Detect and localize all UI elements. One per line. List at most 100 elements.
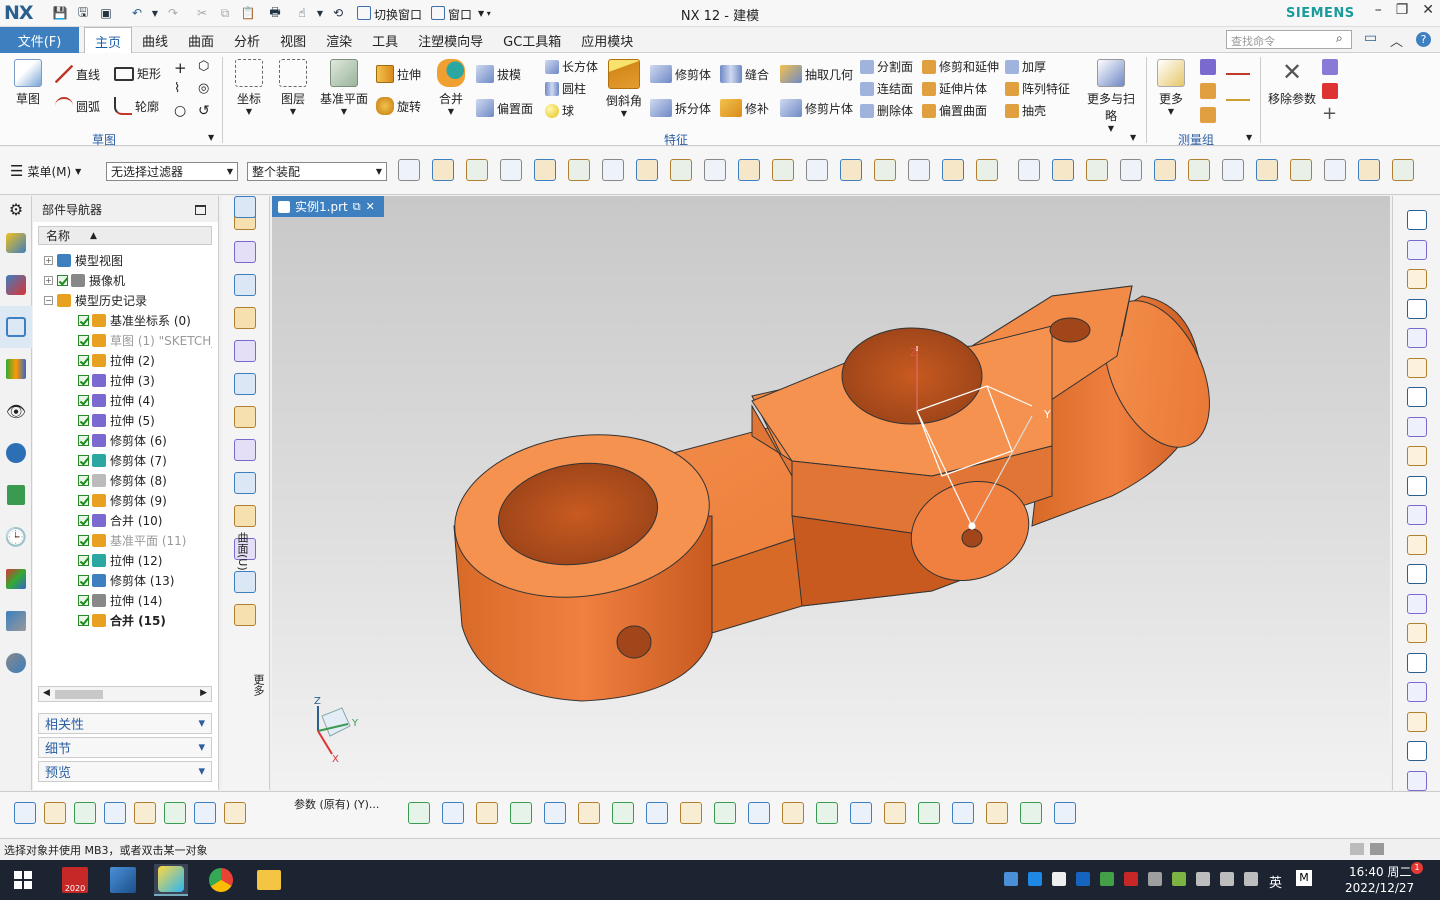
- undo-dropdown-icon[interactable]: ▼: [150, 3, 160, 23]
- paste-icon[interactable]: 📋: [238, 3, 258, 23]
- settings-icon[interactable]: ⚙: [0, 196, 32, 222]
- bottom-tool-icon[interactable]: [442, 802, 464, 824]
- polygon-icon[interactable]: ⬡: [198, 59, 209, 74]
- toolbar-tool-icon[interactable]: [500, 159, 522, 181]
- tray-icon[interactable]: [1148, 872, 1162, 886]
- file-menu[interactable]: 文件(F): [0, 27, 79, 53]
- feature-row[interactable]: 拉伸 (5): [38, 410, 212, 430]
- tab-mold-wizard[interactable]: 注塑模向导: [408, 27, 493, 53]
- part-navigator-icon[interactable]: [0, 306, 32, 348]
- tree-node[interactable]: + 模型视图: [38, 250, 212, 270]
- menu-button[interactable]: ☰ 菜单(M) ▼: [10, 162, 81, 180]
- toolbar-tool-icon[interactable]: [772, 159, 794, 181]
- curve-command-icon[interactable]: [1407, 652, 1427, 673]
- toolbar-tool-icon[interactable]: [636, 159, 658, 181]
- minimize-button[interactable]: –: [1375, 2, 1382, 18]
- curve-command-icon[interactable]: [1407, 239, 1427, 260]
- toolbar-tool-icon[interactable]: [466, 159, 488, 181]
- undo-icon[interactable]: ↶: [127, 3, 147, 23]
- curve-command-icon[interactable]: [1407, 269, 1427, 289]
- curve-command-icon[interactable]: [1407, 564, 1427, 584]
- surface-command-icon[interactable]: [234, 571, 256, 593]
- tray-icon[interactable]: [1196, 872, 1210, 886]
- visibility-checkbox[interactable]: [78, 434, 89, 446]
- offset-surface-button[interactable]: 偏置曲面: [922, 102, 987, 119]
- bottom-tool-icon[interactable]: [850, 802, 872, 824]
- feature-row[interactable]: 基准平面 (11): [38, 530, 212, 550]
- part-file-tab[interactable]: 实例1.prt ⧉ ✕: [272, 196, 384, 217]
- feature-row[interactable]: 修剪体 (6): [38, 430, 212, 450]
- tab-view[interactable]: 视图: [270, 27, 316, 53]
- tray-icon[interactable]: [1028, 872, 1042, 886]
- measure-angle-icon[interactable]: [1200, 83, 1216, 99]
- curve-command-icon[interactable]: [1407, 328, 1427, 348]
- windows-start-icon[interactable]: [6, 864, 40, 896]
- ribbon-minimize-icon[interactable]: ▭: [1364, 30, 1377, 46]
- toolbar-tool-icon[interactable]: [1052, 159, 1074, 181]
- visibility-checkbox[interactable]: [78, 314, 89, 326]
- visibility-checkbox[interactable]: [78, 414, 89, 426]
- assembly-scope-select[interactable]: 整个装配 ▼: [247, 162, 387, 181]
- measure-dimension-icon[interactable]: [1226, 99, 1250, 111]
- bottom-tool-icon[interactable]: [816, 802, 838, 824]
- bottom-tool-icon[interactable]: [194, 802, 216, 824]
- command-search-input[interactable]: 查找命令: [1226, 30, 1352, 49]
- tray-icon[interactable]: [1052, 872, 1066, 886]
- cube-edit-icon[interactable]: [1322, 59, 1338, 75]
- feature-row[interactable]: 拉伸 (4): [38, 390, 212, 410]
- feature-row[interactable]: 修剪体 (7): [38, 450, 212, 470]
- copy-icon[interactable]: ⧉: [215, 3, 235, 23]
- divide-face-button[interactable]: 分割面: [860, 58, 913, 75]
- trim-body-button[interactable]: 修剪体: [650, 65, 711, 83]
- expand-icon[interactable]: +: [44, 255, 53, 265]
- feature-row[interactable]: 修剪体 (8): [38, 470, 212, 490]
- circle-icon[interactable]: ○: [174, 103, 186, 119]
- curve-command-icon[interactable]: [1407, 416, 1427, 437]
- toolbar-tool-icon[interactable]: [1086, 159, 1108, 181]
- process-studio-icon[interactable]: [0, 600, 32, 642]
- ellipse-icon[interactable]: ◎: [198, 81, 209, 96]
- toolbar-tool-icon[interactable]: [976, 159, 998, 181]
- visibility-checkbox[interactable]: [57, 274, 68, 286]
- repeat-command-icon[interactable]: ⟲: [328, 3, 348, 23]
- curve-command-icon[interactable]: [1407, 210, 1427, 230]
- tray-icon[interactable]: [1076, 872, 1090, 886]
- bottom-tool-icon[interactable]: [952, 802, 974, 824]
- visibility-checkbox[interactable]: [78, 594, 89, 606]
- bottom-tool-icon[interactable]: [14, 802, 36, 824]
- surface-command-icon[interactable]: [234, 274, 256, 296]
- tab-applications[interactable]: 应用模块: [571, 27, 643, 53]
- tray-icon[interactable]: [1100, 872, 1114, 886]
- close-tab-icon[interactable]: ✕: [366, 200, 375, 213]
- cylinder-button[interactable]: 圆柱: [545, 80, 586, 97]
- sketch-group-menu-icon[interactable]: ▼: [208, 133, 214, 142]
- curve-command-icon[interactable]: [1407, 593, 1427, 614]
- feature-row[interactable]: 合并 (15): [38, 610, 212, 630]
- toolbar-tool-icon[interactable]: [874, 159, 896, 181]
- extend-sheet-button[interactable]: 延伸片体: [922, 80, 987, 97]
- dependencies-panel[interactable]: 相关性 ▾: [38, 713, 212, 734]
- layer-button[interactable]: 图层 ▼: [276, 59, 310, 116]
- curve-command-icon[interactable]: [1407, 387, 1427, 407]
- selection-filter-select[interactable]: 无选择过滤器 ▼: [106, 162, 238, 181]
- surface-command-icon[interactable]: [234, 340, 256, 362]
- fillet-icon[interactable]: ⌇: [174, 81, 180, 96]
- visual-icon[interactable]: 👁: [0, 390, 32, 432]
- feature-row[interactable]: 拉伸 (14): [38, 590, 212, 610]
- parameters-label[interactable]: 参数 (原有) (Y)...: [294, 796, 379, 812]
- bottom-tool-icon[interactable]: [476, 802, 498, 824]
- trim-sheet-button[interactable]: 修剪片体: [780, 99, 853, 117]
- toolbar-tool-icon[interactable]: [398, 159, 420, 181]
- toolbar-tool-icon[interactable]: [568, 159, 590, 181]
- more-sweep-button[interactable]: 更多与扫略 ▼: [1082, 59, 1140, 133]
- close-button[interactable]: ✕: [1422, 2, 1434, 18]
- bottom-tool-icon[interactable]: [544, 802, 566, 824]
- offset-face-button[interactable]: 偏置面: [476, 99, 533, 117]
- bottom-tool-icon[interactable]: [510, 802, 532, 824]
- tree-node[interactable]: + 摄像机: [38, 270, 212, 290]
- tray-icon[interactable]: [1220, 872, 1234, 886]
- tab-analysis[interactable]: 分析: [224, 27, 270, 53]
- patch-button[interactable]: 修补: [720, 99, 769, 117]
- curve-command-icon[interactable]: [1407, 623, 1427, 643]
- feature-row[interactable]: 合并 (10): [38, 510, 212, 530]
